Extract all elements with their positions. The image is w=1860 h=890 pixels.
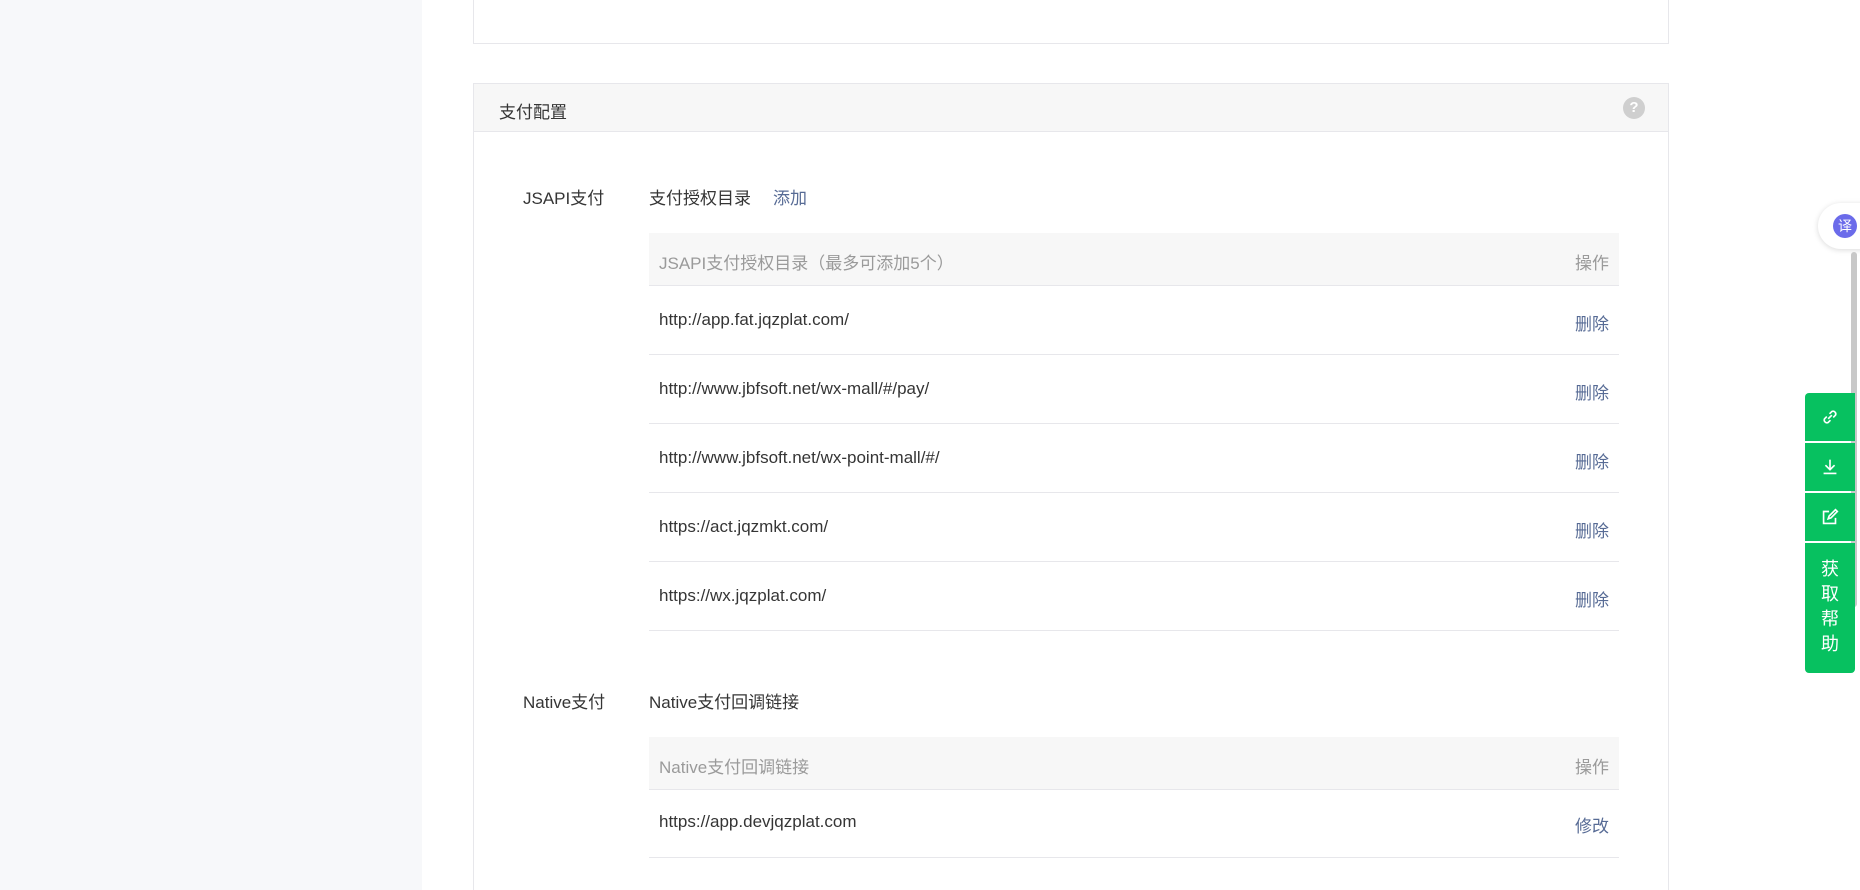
table-header-action: 操作 [1575,758,1609,777]
table-header-callback: Native支付回调链接 [659,758,810,777]
delete-link[interactable]: 删除 [1575,448,1609,473]
help-char: 取 [1821,584,1839,604]
directory-url: http://www.jbfsoft.net/wx-mall/#/pay/ [659,379,930,398]
table-header: JSAPI支付授权目录（最多可添加5个） 操作 [649,233,1619,286]
directory-url: https://act.jqzmkt.com/ [659,517,829,536]
edit-icon [1822,508,1839,525]
native-label: Native支付 [523,693,606,712]
link-icon [1823,410,1837,424]
directory-url: https://wx.jqzplat.com/ [659,586,827,605]
native-subtitle: Native支付回调链接 [649,693,800,712]
get-help-button[interactable]: 获 取 帮 助 [1805,543,1855,673]
card-header: 支付配置 ? [474,84,1668,132]
table-header: Native支付回调链接 操作 [649,737,1619,790]
modify-link[interactable]: 修改 [1575,812,1609,837]
help-icon[interactable]: ? [1623,97,1645,119]
table-row: http://www.jbfsoft.net/wx-point-mall/#/ … [649,424,1619,493]
help-char: 帮 [1821,609,1839,629]
directory-url: http://www.jbfsoft.net/wx-point-mall/#/ [659,448,940,467]
translate-icon: 译 [1833,214,1857,238]
delete-link[interactable]: 删除 [1575,517,1609,542]
delete-link[interactable]: 删除 [1575,310,1609,335]
left-gutter [0,0,422,890]
card-title: 支付配置 [499,103,567,122]
payment-config-card: 支付配置 ? JSAPI支付 支付授权目录 添加 JSAPI支付授权目录（最多可… [473,83,1669,890]
table-row: https://wx.jqzplat.com/ 删除 [649,562,1619,631]
table-row: https://act.jqzmkt.com/ 删除 [649,493,1619,562]
directory-url: http://app.fat.jqzplat.com/ [659,310,849,329]
table-row: http://app.fat.jqzplat.com/ 删除 [649,286,1619,355]
previous-card [473,0,1669,44]
download-button[interactable] [1805,443,1855,491]
page: 支付配置 ? JSAPI支付 支付授权目录 添加 JSAPI支付授权目录（最多可… [0,0,1860,890]
help-char: 获 [1821,559,1839,579]
copy-link-button[interactable] [1805,393,1855,441]
native-callback-table: Native支付回调链接 操作 https://app.devjqzplat.c… [649,737,1619,858]
table-header-directory: JSAPI支付授权目录（最多可添加5个） [659,254,954,273]
help-char: 助 [1821,634,1839,654]
delete-link[interactable]: 删除 [1575,586,1609,611]
callback-url: https://app.devjqzplat.com [659,812,857,831]
side-toolbar: 获 取 帮 助 [1805,393,1855,673]
jsapi-directory-table: JSAPI支付授权目录（最多可添加5个） 操作 http://app.fat.j… [649,233,1619,631]
table-row: https://app.devjqzplat.com 修改 [649,790,1619,858]
download-icon [1823,459,1837,475]
jsapi-label: JSAPI支付 [523,189,605,208]
jsapi-subtitle: 支付授权目录 [649,189,751,208]
translate-button[interactable]: 译 [1818,203,1860,249]
delete-link[interactable]: 删除 [1575,379,1609,404]
table-row: http://www.jbfsoft.net/wx-mall/#/pay/ 删除 [649,355,1619,424]
feedback-button[interactable] [1805,493,1855,541]
table-header-action: 操作 [1575,254,1609,273]
add-jsapi-directory-link[interactable]: 添加 [773,184,807,209]
